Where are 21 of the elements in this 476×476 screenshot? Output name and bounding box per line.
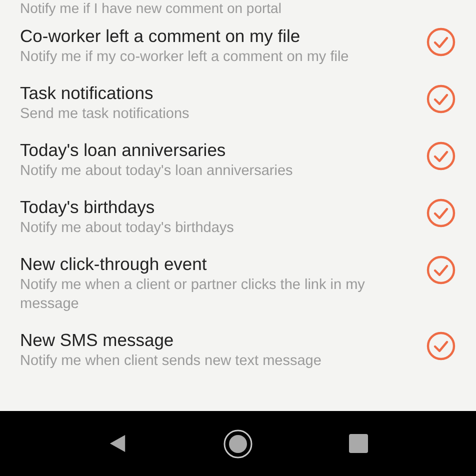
setting-subtitle: Notify me about today's birthdays	[20, 219, 234, 238]
setting-subtitle: Notify me when a client or partner clicks the link in my message	[20, 276, 366, 314]
checkbox-icon[interactable]	[426, 84, 456, 114]
setting-subtitle: Notify me about today's loan anniversaries	[20, 162, 293, 181]
setting-title: New click-through event	[20, 253, 208, 276]
setting-title: Today's birthdays	[20, 196, 156, 219]
checkbox-icon[interactable]	[426, 198, 456, 228]
setting-subtitle: Send me task notifications	[20, 105, 190, 124]
checkbox-icon[interactable]	[426, 141, 456, 171]
setting-title: Task notifications	[20, 82, 154, 105]
setting-subtitle: Notify me if my co-worker left a comment on my file	[20, 48, 349, 67]
checkbox-icon[interactable]	[426, 255, 456, 285]
setting-title: New SMS message	[20, 329, 175, 352]
setting-subtitle: Notify me when client sends new text message	[20, 352, 322, 371]
checkbox-icon[interactable]	[426, 331, 456, 361]
back-icon[interactable]	[108, 434, 127, 453]
home-icon[interactable]	[223, 428, 253, 458]
checkbox-icon[interactable]	[426, 27, 456, 57]
setting-title: Co-worker left a comment on my file	[20, 25, 302, 48]
setting-subtitle: Notify me if I have new comment on portal	[20, 0, 282, 16]
setting-title: Today's loan anniversaries	[20, 139, 227, 162]
